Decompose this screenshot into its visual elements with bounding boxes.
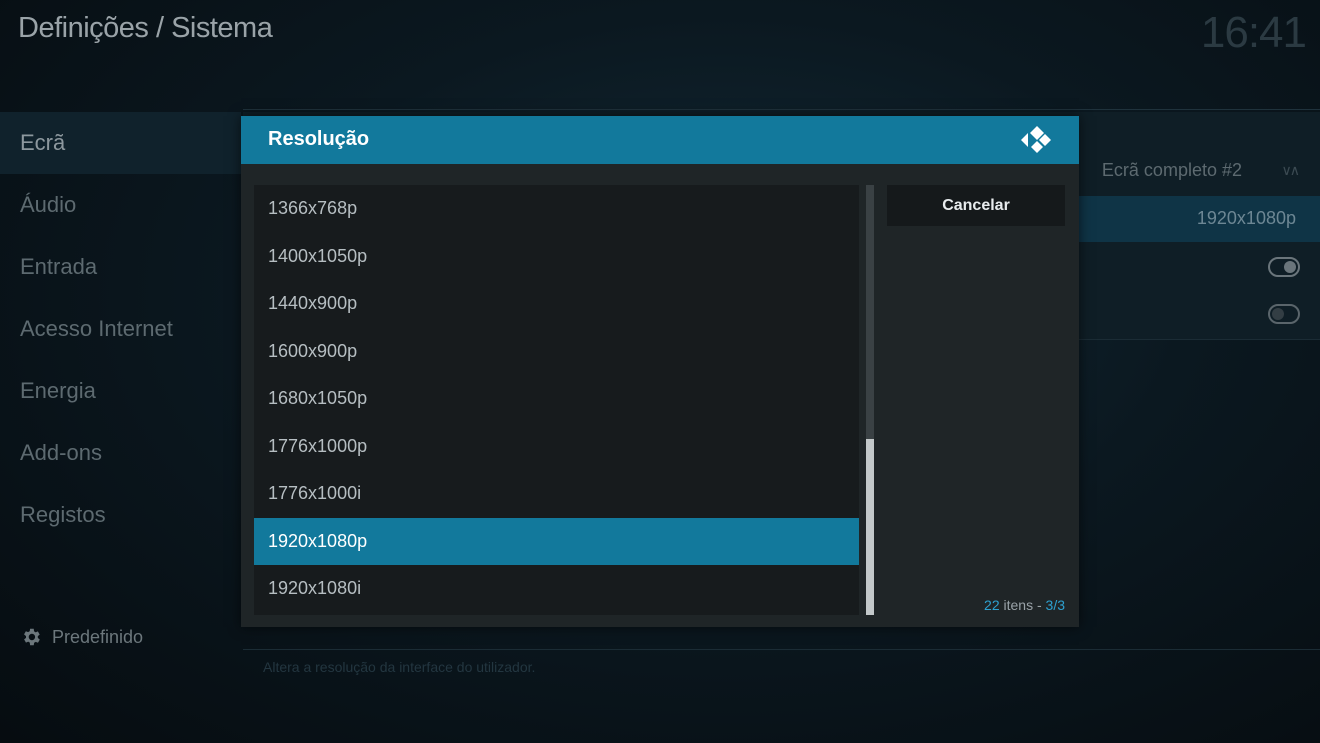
sidebar: Ecrã Áudio Entrada Acesso Internet Energ…: [0, 112, 241, 743]
list-item[interactable]: 1776x1000i: [254, 470, 859, 518]
item-total: 22: [984, 597, 1000, 613]
list-item[interactable]: 1776x1000p: [254, 423, 859, 471]
toggle-knob: [1272, 308, 1284, 320]
sidebar-item-display[interactable]: Ecrã: [0, 112, 241, 174]
sidebar-item-input[interactable]: Entrada: [0, 236, 241, 298]
sidebar-item-addons[interactable]: Add-ons: [0, 422, 241, 484]
clock: 16:41: [1200, 8, 1307, 57]
kodi-logo-icon: [1021, 126, 1051, 153]
monitor-value: Ecrã completo #2: [1101, 160, 1242, 180]
list-item[interactable]: 1440x900p: [254, 280, 859, 328]
sidebar-item-internet-access[interactable]: Acesso Internet: [0, 298, 241, 360]
page-title: Definições / Sistema: [18, 12, 273, 44]
cancel-button[interactable]: Cancelar: [887, 185, 1065, 226]
settings-level-label: Predefinido: [52, 626, 144, 647]
dialog-title: Resolução: [268, 128, 370, 150]
toggle-switch-off[interactable]: [1268, 304, 1300, 324]
list-item[interactable]: 1400x1050p: [254, 233, 859, 281]
scrollbar-thumb[interactable]: [866, 439, 874, 615]
item-count: 22 itens - 3/3: [984, 597, 1065, 613]
header-divider: [243, 109, 1320, 110]
list-item-selected[interactable]: 1920x1080p: [254, 517, 859, 565]
gear-icon: [24, 628, 40, 646]
resolution-value: 1920x1080p: [1196, 208, 1296, 228]
help-text: Altera a resolução da interface do utili…: [263, 659, 536, 675]
list-scrollbar[interactable]: [866, 185, 874, 615]
dialog-header: Resolução: [241, 116, 1079, 164]
list-item[interactable]: 1680x1050p: [254, 375, 859, 423]
footer-divider: [243, 649, 1320, 650]
spinner-arrows-icon[interactable]: ∨∧: [1282, 162, 1300, 179]
sidebar-item-audio[interactable]: Áudio: [0, 174, 241, 236]
list-item[interactable]: 1366x768p: [254, 185, 859, 233]
item-count-label: itens -: [999, 597, 1046, 613]
header: Definições / Sistema 16:41: [0, 0, 1320, 110]
page-indicator: 3/3: [1045, 597, 1065, 613]
sidebar-item-power[interactable]: Energia: [0, 360, 241, 422]
resolution-dialog: Resolução 1366x768p 1400x1050p 1440x900p…: [241, 116, 1079, 627]
toggle-knob: [1284, 261, 1296, 273]
toggle-switch-on[interactable]: [1268, 257, 1300, 277]
sidebar-item-logging[interactable]: Registos: [0, 484, 241, 546]
settings-level-button[interactable]: Predefinido: [20, 624, 143, 650]
list-item[interactable]: 1920x1080i: [254, 565, 859, 613]
resolution-list[interactable]: 1366x768p 1400x1050p 1440x900p 1600x900p…: [254, 185, 859, 615]
list-item[interactable]: 1600x900p: [254, 328, 859, 376]
